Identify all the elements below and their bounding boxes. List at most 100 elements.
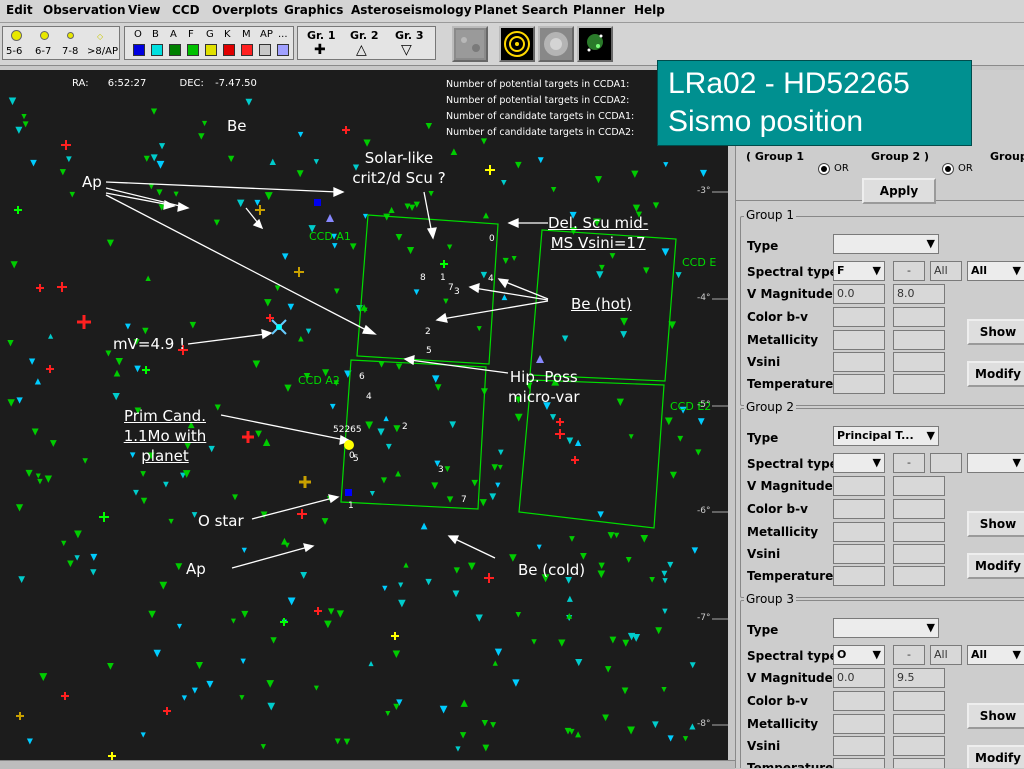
star-marker[interactable]	[515, 161, 522, 169]
star-marker[interactable]	[239, 695, 245, 701]
star-marker[interactable]	[287, 303, 295, 311]
spectral-legend[interactable]: O B A F G K M AP...	[124, 26, 294, 60]
group1-star-marker[interactable]	[163, 707, 171, 715]
group1-star-marker[interactable]	[280, 618, 288, 626]
target-rings-button[interactable]	[499, 26, 535, 62]
star-marker[interactable]	[281, 253, 289, 261]
star-marker[interactable]	[691, 547, 699, 554]
spectral-class-swatch[interactable]	[151, 44, 163, 56]
star-marker[interactable]	[334, 738, 341, 745]
star-marker[interactable]	[153, 649, 161, 658]
star-marker[interactable]	[321, 518, 329, 525]
group1-star-marker[interactable]	[297, 509, 307, 519]
star-marker[interactable]	[313, 159, 320, 165]
range-max-field[interactable]	[893, 307, 945, 327]
star-marker[interactable]	[382, 585, 388, 592]
star-marker[interactable]	[18, 576, 26, 584]
range-max-field[interactable]	[893, 352, 945, 372]
group1-star-marker[interactable]	[108, 752, 116, 760]
range-max-field[interactable]	[893, 691, 945, 711]
group1-star-marker[interactable]	[61, 140, 71, 150]
star-marker[interactable]	[490, 722, 497, 729]
star-marker[interactable]	[150, 154, 158, 162]
star-marker[interactable]	[105, 350, 112, 357]
star-marker[interactable]	[298, 335, 304, 342]
sky-image-button[interactable]	[452, 26, 488, 62]
star-marker[interactable]	[107, 663, 114, 670]
star-marker[interactable]	[480, 271, 488, 279]
star-marker[interactable]	[66, 156, 72, 163]
star-marker[interactable]	[420, 522, 428, 530]
star-marker[interactable]	[334, 288, 340, 295]
menu-planner[interactable]: Planner	[573, 3, 625, 17]
star-marker[interactable]	[163, 481, 169, 488]
star-marker[interactable]	[148, 610, 156, 619]
o-type-star-marker[interactable]	[314, 199, 321, 206]
star-marker[interactable]	[471, 479, 479, 487]
star-marker[interactable]	[404, 203, 411, 210]
group1-star-marker[interactable]	[57, 282, 67, 292]
group1-star-marker[interactable]	[342, 126, 350, 134]
star-marker[interactable]	[682, 736, 689, 742]
star-marker[interactable]	[632, 204, 641, 213]
star-marker[interactable]	[61, 540, 67, 547]
star-marker[interactable]	[393, 425, 401, 433]
star-marker[interactable]	[82, 458, 88, 464]
star-marker[interactable]	[378, 361, 385, 368]
star-marker[interactable]	[616, 398, 624, 406]
group1-star-marker[interactable]	[555, 429, 565, 439]
star-marker[interactable]	[511, 256, 517, 262]
star-marker[interactable]	[124, 323, 131, 330]
star-marker[interactable]	[16, 397, 23, 404]
show-button[interactable]: Show	[967, 703, 1024, 729]
apply-button[interactable]: Apply	[862, 178, 936, 204]
star-marker[interactable]	[491, 464, 498, 471]
star-marker[interactable]	[558, 639, 566, 647]
star-marker[interactable]	[599, 264, 605, 271]
star-marker[interactable]	[597, 570, 606, 579]
star-marker[interactable]	[34, 378, 41, 385]
star-marker[interactable]	[443, 298, 449, 304]
star-marker[interactable]	[580, 553, 587, 560]
star-marker[interactable]	[15, 504, 24, 512]
range-max-field[interactable]	[893, 714, 945, 734]
star-marker[interactable]	[536, 544, 542, 550]
star-marker[interactable]	[568, 728, 575, 735]
group1-star-marker[interactable]	[571, 456, 579, 464]
star-marker[interactable]	[497, 464, 503, 470]
vmag-min-field[interactable]: 0.0	[833, 284, 885, 304]
star-marker[interactable]	[106, 239, 115, 247]
spectral-class-swatch[interactable]	[169, 44, 181, 56]
star-marker[interactable]	[621, 687, 629, 695]
star-marker[interactable]	[661, 248, 670, 257]
star-marker[interactable]	[395, 470, 402, 477]
star-marker[interactable]	[198, 133, 205, 140]
star-marker[interactable]	[607, 532, 615, 540]
star-marker[interactable]	[349, 243, 357, 251]
star-marker[interactable]	[495, 482, 501, 488]
star-marker[interactable]	[8, 97, 17, 106]
group1-star-marker[interactable]	[242, 431, 254, 443]
star-marker[interactable]	[134, 365, 141, 373]
star-marker[interactable]	[281, 537, 288, 545]
star-marker[interactable]	[227, 155, 235, 163]
star-marker[interactable]	[31, 428, 39, 436]
star-marker[interactable]	[403, 562, 409, 568]
star-marker[interactable]	[512, 679, 520, 687]
star-marker[interactable]	[245, 98, 253, 106]
star-marker[interactable]	[455, 746, 461, 752]
type-select[interactable]: Principal T... ▼	[833, 426, 939, 446]
star-marker[interactable]	[269, 158, 276, 166]
star-marker[interactable]	[30, 159, 37, 167]
range-min-field[interactable]	[833, 522, 885, 542]
group1-star-marker[interactable]	[46, 365, 54, 373]
vmag-min-field[interactable]	[833, 476, 885, 496]
star-marker[interactable]	[489, 493, 497, 501]
star-marker[interactable]	[569, 536, 575, 542]
type-select[interactable]: ▼	[833, 618, 939, 638]
star-marker[interactable]	[425, 578, 432, 586]
star-marker[interactable]	[313, 685, 319, 691]
star-marker[interactable]	[393, 703, 400, 711]
group1-star-marker[interactable]	[484, 573, 494, 583]
group1-star-marker[interactable]	[299, 476, 311, 488]
